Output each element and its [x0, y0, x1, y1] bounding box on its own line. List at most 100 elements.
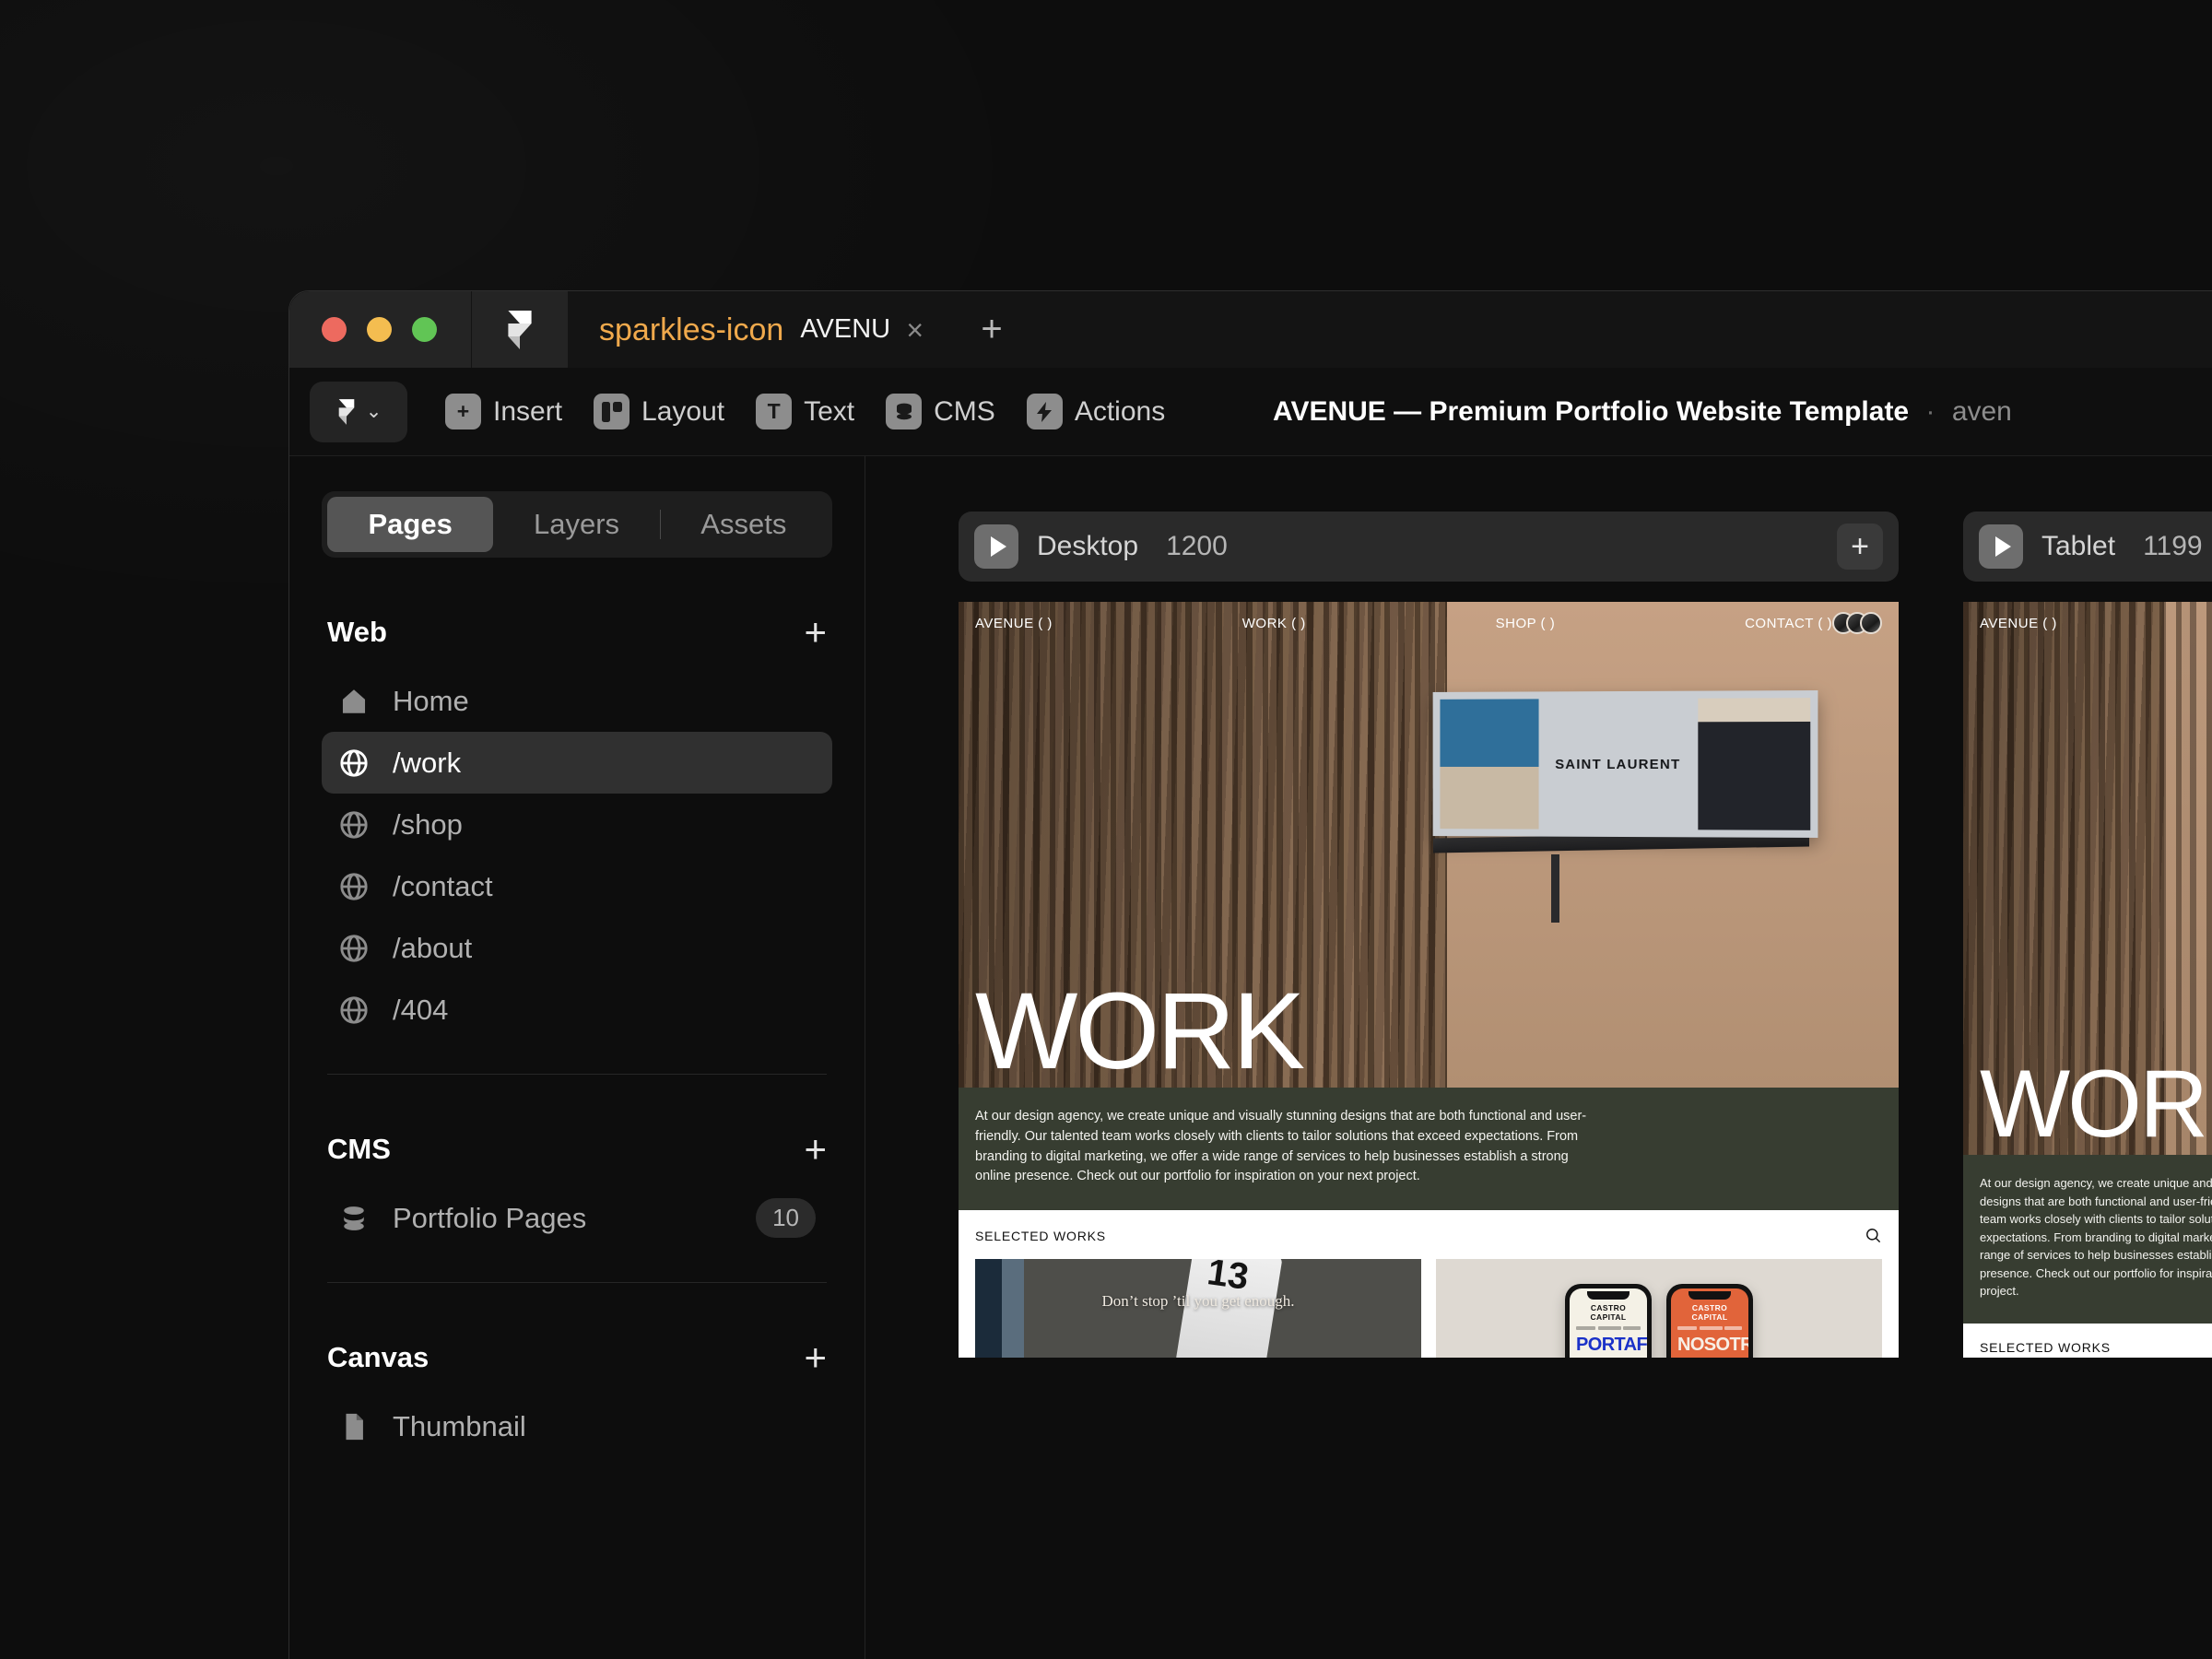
- sidebar-item-thumbnail[interactable]: Thumbnail: [322, 1395, 832, 1457]
- sidebar-item-about[interactable]: /about: [322, 917, 832, 979]
- sidebar-tab-group: Pages Layers Assets: [322, 491, 832, 558]
- work-card-phones[interactable]: CASTRO CAPITAL PORTAFOLIO: [1436, 1259, 1882, 1358]
- selected-works-header: SELECTED WORKS: [1980, 1340, 2212, 1355]
- play-icon[interactable]: [1979, 524, 2023, 569]
- sidebar-item-label: Home: [393, 684, 469, 717]
- document-title[interactable]: AVENUE — Premium Portfolio Website Templ…: [1273, 396, 2012, 428]
- toolbar-item-actions[interactable]: Actions: [1011, 382, 1181, 442]
- file-icon: [346, 1413, 363, 1440]
- add-canvas-button[interactable]: +: [804, 1338, 827, 1377]
- site-navigation: AVENUE ( ) WORK ( ) SHOP ( ) CONTACT ( ): [959, 602, 1899, 644]
- title-separator: ·: [1925, 395, 1936, 427]
- selected-works-label: SELECTED WORKS: [975, 1228, 1106, 1243]
- nav-link-avenue[interactable]: AVENUE ( ): [975, 616, 1053, 631]
- phone-headline: NOSOTROS: [1677, 1335, 1748, 1355]
- close-icon[interactable]: ×: [906, 315, 924, 345]
- section-header-cms: CMS +: [322, 1130, 832, 1169]
- intro-section: At our design agency, we create unique a…: [1963, 1155, 2212, 1324]
- sidebar-divider: [327, 1282, 827, 1283]
- sidebar-item-404[interactable]: /404: [322, 979, 832, 1041]
- site-navigation: AVENUE ( ) WORK ( ): [1963, 602, 2212, 644]
- lightning-bolt-icon: [1026, 394, 1063, 429]
- tablet-frame-preview[interactable]: AVENUE ( ) WORK ( ) WORK At our design a…: [1963, 602, 2212, 1358]
- browser-tab-active[interactable]: sparkles-icon AVENUE — Premiu. ×: [568, 291, 946, 368]
- works-card-grid: 13 Don’t stop ’til you get enough. CASTR…: [975, 1259, 1882, 1358]
- breakpoint-name: Tablet: [2041, 531, 2116, 561]
- work-card-caption: Don’t stop ’til you get enough.: [1101, 1292, 1295, 1310]
- breakpoint-header-desktop[interactable]: Desktop 1200 +: [959, 512, 1899, 582]
- phone-brand: CASTRO CAPITAL: [1590, 1303, 1627, 1322]
- sidebar-item-home[interactable]: Home: [322, 670, 832, 732]
- breakpoint-header-tablet[interactable]: Tablet 1199 +: [1963, 512, 2212, 582]
- plus-square-icon: +: [445, 394, 481, 429]
- selected-works-header: SELECTED WORKS: [975, 1227, 1882, 1244]
- globe-icon: [340, 748, 368, 777]
- tab-layers[interactable]: Layers: [493, 497, 659, 552]
- framer-app-window: sparkles-icon AVENUE — Premiu. × + ⌄ + I…: [288, 290, 2212, 1659]
- framer-menu-button[interactable]: ⌄: [310, 381, 407, 442]
- tab-pages[interactable]: Pages: [327, 497, 494, 552]
- framer-app-tab[interactable]: [471, 291, 568, 368]
- toolbar-item-layout[interactable]: Layout: [578, 382, 740, 442]
- work-card-billboard[interactable]: 13 Don’t stop ’til you get enough.: [975, 1259, 1421, 1358]
- phone-notch: [1688, 1291, 1731, 1300]
- selected-works-section: SELECTED WORKS 13 Don’t stop ’til you ge…: [959, 1210, 1899, 1358]
- intro-section: At our design agency, we create unique a…: [959, 1088, 1899, 1210]
- magnifier-icon[interactable]: [1865, 1227, 1882, 1244]
- nav-link-avenue[interactable]: AVENUE ( ): [1980, 616, 2057, 631]
- main-toolbar: ⌄ + Insert Layout T Text CMS Actions AVE…: [289, 368, 2212, 456]
- nav-link-shop[interactable]: SHOP ( ): [1496, 616, 1556, 631]
- document-subtitle: aven: [1951, 395, 2012, 427]
- new-tab-button[interactable]: +: [946, 291, 1038, 368]
- minimize-window-button[interactable]: [367, 317, 392, 342]
- section-title: Web: [327, 616, 387, 648]
- sidebar-item-work[interactable]: /work: [322, 732, 832, 794]
- toolbar-item-text[interactable]: T Text: [740, 382, 870, 442]
- nav-link-work[interactable]: WORK ( ): [1242, 616, 1306, 631]
- toolbar-item-insert[interactable]: + Insert: [429, 382, 578, 442]
- globe-icon: [340, 934, 368, 962]
- window-titlebar: sparkles-icon AVENUE — Premiu. × +: [289, 291, 2212, 368]
- phone-nav-row: [1677, 1326, 1742, 1330]
- add-breakpoint-button[interactable]: +: [1837, 524, 1883, 570]
- play-icon[interactable]: [974, 524, 1018, 569]
- breakpoint-width: 1199: [2143, 531, 2203, 561]
- database-icon: [344, 1206, 364, 1230]
- nav-link-contact[interactable]: CONTACT ( ): [1745, 616, 1832, 631]
- toolbar-item-label: Layout: [641, 395, 725, 427]
- sidebar-item-label: /about: [393, 931, 473, 964]
- avatar: [1860, 612, 1882, 634]
- tab-assets[interactable]: Assets: [661, 497, 827, 552]
- add-page-button[interactable]: +: [804, 613, 827, 652]
- zoom-window-button[interactable]: [412, 317, 437, 342]
- toolbar-item-label: Text: [804, 395, 855, 427]
- sidebar-item-shop[interactable]: /shop: [322, 794, 832, 855]
- breakpoint-width: 1200: [1166, 531, 1228, 561]
- toolbar-item-label: CMS: [934, 395, 995, 427]
- sidebar-item-label: /contact: [393, 869, 493, 902]
- traffic-light-group: [289, 291, 471, 368]
- sidebar-item-label: /work: [393, 746, 462, 779]
- phone-nav-row: [1576, 1326, 1641, 1330]
- close-window-button[interactable]: [322, 317, 347, 342]
- billboard-photo-left: [1440, 699, 1539, 830]
- section-title: Canvas: [327, 1341, 429, 1373]
- sidebar-divider: [327, 1074, 827, 1075]
- section-title: CMS: [327, 1133, 391, 1165]
- sidebar-item-portfolio-pages[interactable]: Portfolio Pages 10: [322, 1187, 832, 1249]
- toolbar-item-label: Insert: [493, 395, 563, 427]
- sidebar-item-label: Portfolio Pages: [393, 1201, 587, 1234]
- billboard-photo-right: [1697, 698, 1811, 831]
- desktop-frame-preview[interactable]: AVENUE ( ) WORK ( ) SHOP ( ) CONTACT ( ): [959, 602, 1899, 1358]
- editor-body: Pages Layers Assets Web + Home /work /sh…: [289, 456, 2212, 1659]
- design-canvas[interactable]: Desktop 1200 + AVENUE ( ) WORK ( ) SHOP …: [865, 456, 2212, 1659]
- item-count-badge: 10: [756, 1198, 816, 1238]
- sidebar-item-contact[interactable]: /contact: [322, 855, 832, 917]
- hero-heading: WORK: [975, 971, 1305, 1088]
- toolbar-item-cms[interactable]: CMS: [870, 382, 1011, 442]
- add-collection-button[interactable]: +: [804, 1130, 827, 1169]
- phone-headline: PORTAFOLIO: [1576, 1335, 1647, 1355]
- phone-notch: [1587, 1291, 1630, 1300]
- hero-section: AVENUE ( ) WORK ( ) WORK: [1963, 602, 2212, 1155]
- titlebar-drag-area: [1038, 291, 2212, 368]
